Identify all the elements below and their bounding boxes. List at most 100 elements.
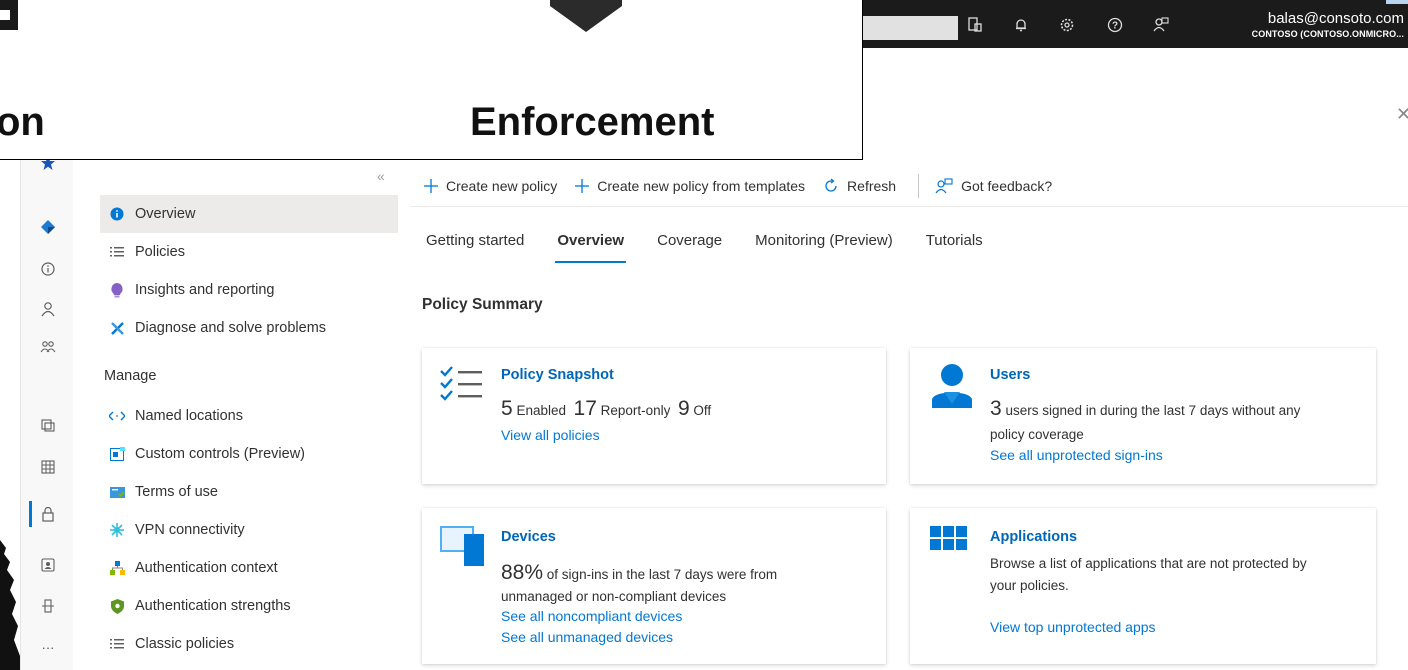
refresh-button[interactable]: Refresh bbox=[823, 178, 896, 194]
info-icon[interactable] bbox=[37, 258, 59, 280]
azure-ad-icon[interactable] bbox=[37, 216, 59, 238]
sidebar-item-terms-of-use[interactable]: Terms of use bbox=[100, 473, 398, 511]
sidebar-item-custom-controls[interactable]: Custom controls (Preview) bbox=[100, 435, 398, 473]
tab-strip: Getting started Overview Coverage Monito… bbox=[426, 232, 1016, 264]
checklist-icon bbox=[440, 366, 482, 401]
sidebar-item-vpn[interactable]: VPN connectivity bbox=[100, 511, 398, 549]
account-tenant: CONTOSO (CONTOSO.ONMICRO... bbox=[1251, 29, 1404, 39]
sidebar-item-policies[interactable]: Policies bbox=[100, 233, 398, 271]
users-count: 3 bbox=[990, 397, 1002, 420]
vpn-icon bbox=[109, 522, 125, 538]
sidebar-item-diagnose[interactable]: Diagnose and solve problems bbox=[100, 309, 398, 347]
apps-icon[interactable] bbox=[37, 414, 59, 436]
sidebar-item-classic-policies[interactable]: Classic policies bbox=[100, 625, 398, 663]
app-grid-icon bbox=[930, 526, 967, 550]
partial-icon bbox=[0, 0, 18, 30]
tab-coverage[interactable]: Coverage bbox=[657, 232, 722, 264]
sidebar-item-label: Authentication strengths bbox=[135, 598, 291, 614]
sidebar-item-label: Overview bbox=[135, 206, 196, 222]
sidebar-item-label: Policies bbox=[135, 244, 185, 260]
tab-tutorials[interactable]: Tutorials bbox=[926, 232, 983, 264]
terms-icon bbox=[109, 484, 125, 500]
wrench-icon bbox=[109, 320, 125, 336]
sidebar-item-overview[interactable]: Overview bbox=[100, 195, 398, 233]
sidebar-item-named-locations[interactable]: Named locations bbox=[100, 397, 398, 435]
devices-summary-text: 88% of sign-ins in the last 7 days were … bbox=[501, 561, 778, 585]
feedback-person-icon bbox=[935, 178, 953, 194]
auth-context-icon bbox=[109, 560, 125, 576]
lock-icon[interactable] bbox=[37, 503, 59, 525]
sidebar-item-label: Terms of use bbox=[135, 484, 218, 500]
feedback-label: Got feedback? bbox=[961, 178, 1053, 194]
contact-card-icon[interactable] bbox=[37, 554, 59, 576]
location-arrows-icon bbox=[109, 408, 125, 424]
sidebar-item-label: Named locations bbox=[135, 408, 243, 424]
tab-overview[interactable]: Overview bbox=[555, 232, 626, 264]
cloud-shell-icon[interactable] bbox=[962, 12, 988, 38]
settings-gear-icon[interactable] bbox=[1054, 12, 1080, 38]
account-menu[interactable]: balas@consoto.com CONTOSO (CONTOSO.ONMIC… bbox=[1252, 10, 1404, 40]
policy-counts: 5 Enabled 17 Report-only 9 Off bbox=[501, 397, 711, 421]
view-all-policies-link[interactable]: View all policies bbox=[501, 427, 600, 443]
shield-icon bbox=[109, 598, 125, 614]
feedback-person-icon[interactable] bbox=[1148, 12, 1174, 38]
refresh-icon bbox=[823, 178, 839, 194]
tree-silhouette-icon bbox=[0, 540, 20, 670]
user-icon[interactable] bbox=[37, 298, 59, 320]
create-from-templates-button[interactable]: Create new policy from templates bbox=[575, 178, 805, 194]
noncompliant-devices-link[interactable]: See all noncompliant devices bbox=[501, 608, 682, 624]
sidebar-item-auth-strengths[interactable]: Authentication strengths bbox=[100, 587, 398, 625]
manage-section-heading: Manage bbox=[104, 368, 157, 384]
svg-text:?: ? bbox=[1112, 21, 1118, 32]
card-title: Devices bbox=[501, 529, 556, 545]
sidebar-item-label: Classic policies bbox=[135, 636, 235, 652]
tab-getting-started[interactable]: Getting started bbox=[426, 232, 524, 264]
devices-text-a: of sign-ins in the last 7 days were from bbox=[546, 567, 778, 582]
devices-icon bbox=[440, 526, 484, 566]
create-policy-label: Create new policy bbox=[446, 178, 558, 194]
command-separator bbox=[918, 174, 920, 198]
notifications-bell-icon[interactable] bbox=[1008, 12, 1034, 38]
plus-icon bbox=[424, 179, 438, 193]
sidebar-item-label: Authentication context bbox=[135, 560, 278, 576]
collapse-sidebar-icon[interactable]: « bbox=[377, 168, 385, 184]
sidebar-item-label: Insights and reporting bbox=[135, 282, 275, 298]
overlay-word-right: Enforcement bbox=[470, 100, 715, 144]
users-text-b: policy coverage bbox=[990, 427, 1084, 442]
global-search-box[interactable] bbox=[862, 16, 958, 40]
policy-snapshot-card: Policy Snapshot 5 Enabled 17 Report-only… bbox=[422, 348, 886, 484]
report-only-count: 17 bbox=[573, 397, 597, 420]
view-unprotected-apps-link[interactable]: View top unprotected apps bbox=[990, 619, 1156, 635]
sidebar-item-insights[interactable]: Insights and reporting bbox=[100, 271, 398, 309]
overlay-banner: on Enforcement bbox=[0, 0, 863, 160]
create-policy-button[interactable]: Create new policy bbox=[424, 178, 557, 194]
devices-percent: 88% bbox=[501, 561, 544, 584]
command-bar: Create new policy Create new policy from… bbox=[424, 172, 1070, 200]
feedback-button[interactable]: Got feedback? bbox=[935, 178, 1052, 194]
policy-summary-heading: Policy Summary bbox=[422, 296, 543, 313]
unmanaged-devices-link[interactable]: See all unmanaged devices bbox=[501, 629, 673, 645]
more-ellipsis-icon[interactable]: ··· bbox=[37, 636, 59, 658]
users-card: Users 3 users signed in during the last … bbox=[910, 348, 1376, 484]
command-bar-divider bbox=[410, 206, 1408, 207]
list-icon bbox=[109, 244, 125, 260]
plus-icon bbox=[575, 179, 590, 193]
off-count: 9 bbox=[677, 397, 690, 420]
devices-card: Devices 88% of sign-ins in the last 7 da… bbox=[422, 508, 886, 664]
close-icon[interactable]: ✕ bbox=[1396, 104, 1408, 125]
sidebar-item-auth-context[interactable]: Authentication context bbox=[100, 549, 398, 587]
tab-monitoring[interactable]: Monitoring (Preview) bbox=[755, 232, 893, 264]
help-icon[interactable]: ? bbox=[1102, 12, 1128, 38]
applications-text-b: your policies. bbox=[990, 578, 1069, 593]
users-summary-text: 3 users signed in during the last 7 days… bbox=[990, 397, 1365, 421]
users-groups-icon[interactable] bbox=[37, 336, 59, 358]
create-from-templates-label: Create new policy from templates bbox=[597, 178, 806, 194]
lightbulb-icon bbox=[109, 282, 125, 298]
portal-icon-rail: ··· bbox=[20, 140, 73, 670]
unprotected-signins-link[interactable]: See all unprotected sign-ins bbox=[990, 447, 1163, 463]
info-icon bbox=[109, 206, 125, 222]
device-icon[interactable] bbox=[37, 595, 59, 617]
enabled-label: Enabled bbox=[516, 403, 566, 418]
grid-table-icon[interactable] bbox=[37, 456, 59, 478]
overlay-word-left: on bbox=[0, 100, 45, 144]
